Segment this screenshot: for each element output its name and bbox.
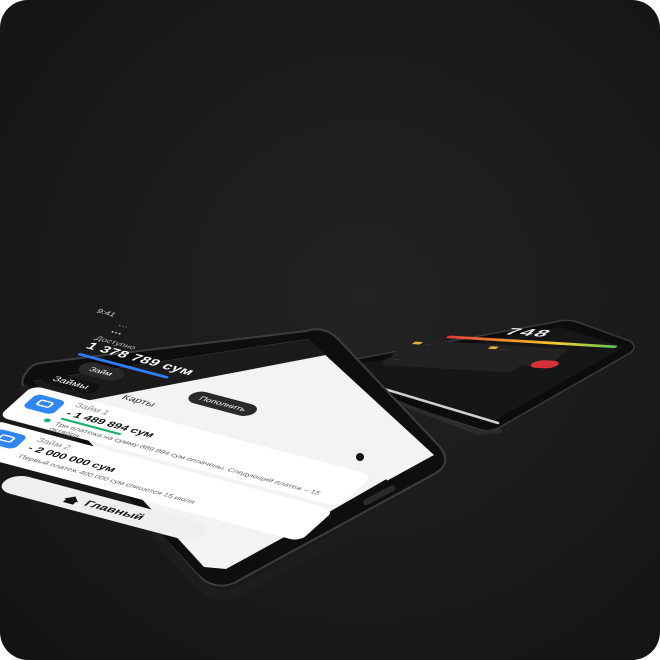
home-icon	[64, 494, 83, 503]
dark-card-label: …	[498, 347, 510, 351]
loan-icon	[21, 393, 67, 415]
account-info[interactable]: … …	[108, 321, 133, 337]
phone-light: 9:41 … … Доступно 1 378 789 сум Займ Поп…	[0, 205, 478, 635]
topup-button[interactable]: Пополнить	[184, 389, 262, 419]
status-time: 9:41	[94, 307, 119, 318]
credit-score: 748	[500, 325, 557, 339]
status-dot-icon	[42, 417, 53, 423]
loan-icon	[0, 428, 29, 450]
main-nav-label: Главный	[81, 498, 148, 522]
account-name: …	[108, 326, 127, 337]
folder-icon	[487, 346, 499, 350]
scene-background: 748 … … … 9:41 … … Доступно 1 378 789 су…	[0, 0, 660, 660]
